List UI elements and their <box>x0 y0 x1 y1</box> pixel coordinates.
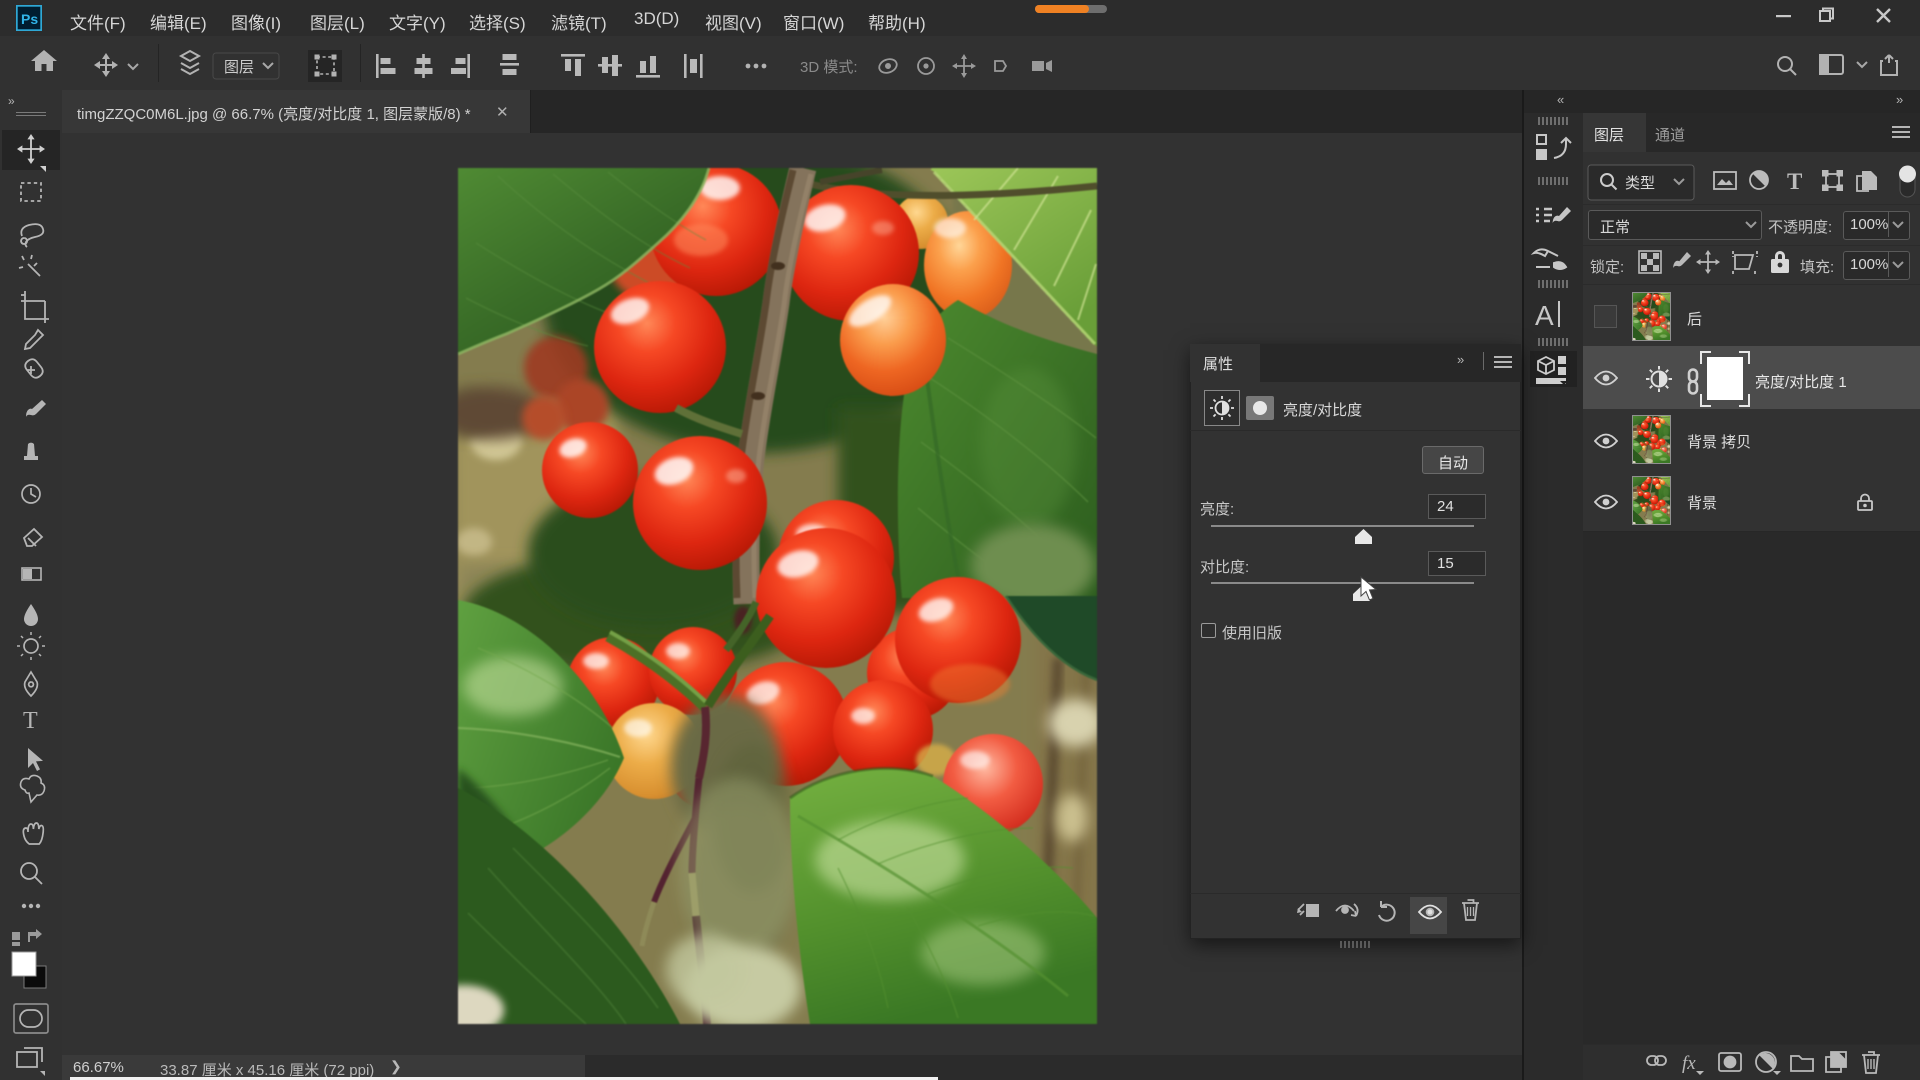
svg-text:Ps: Ps <box>21 11 38 27</box>
svg-text:T: T <box>1787 169 1802 194</box>
svg-text:fx: fx <box>1682 1053 1696 1074</box>
svg-text:T: T <box>23 708 38 734</box>
svg-text:A: A <box>1535 300 1554 331</box>
svg-text:图层: 图层 <box>224 59 254 76</box>
svg-text:3D 模式:: 3D 模式: <box>800 59 858 76</box>
svg-text:类型: 类型 <box>1625 175 1655 192</box>
